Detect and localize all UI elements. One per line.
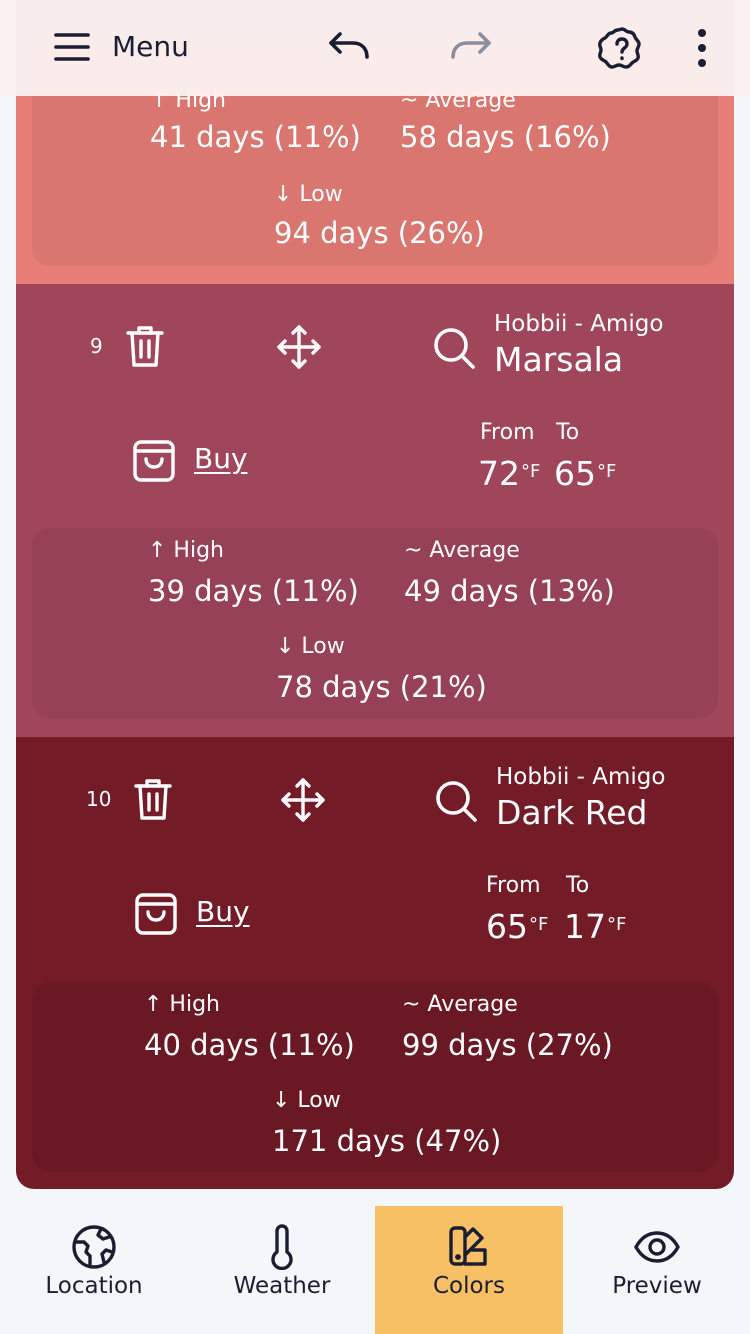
color-card-dark-red: 10 Hobbii - Amigo Dark Red Buy From To 6…	[16, 737, 734, 1189]
from-temperature: 72°F	[478, 454, 541, 493]
move-icon[interactable]	[280, 777, 326, 827]
to-temperature: 17°F	[564, 907, 627, 946]
low-value: 78 days (21%)	[276, 670, 487, 704]
color-index: 10	[86, 787, 112, 811]
from-label: From	[486, 873, 541, 898]
menu-label[interactable]: Menu	[112, 30, 189, 64]
shopping-bag-icon[interactable]	[134, 891, 178, 941]
more-options-icon[interactable]	[694, 28, 710, 72]
high-value: 39 days (11%)	[148, 574, 359, 608]
average-label: ~ Average	[404, 538, 520, 563]
bottom-navigation: Location Weather Colors Preview	[0, 1206, 750, 1334]
trash-icon[interactable]	[132, 777, 174, 827]
stats-panel: ↑ High 40 days (11%) ~ Average 99 days (…	[32, 982, 718, 1172]
low-label: ↓ Low	[272, 1088, 341, 1113]
low-label: ↓ Low	[276, 634, 345, 659]
buy-link[interactable]: Buy	[194, 442, 248, 476]
low-value: 94 days (26%)	[274, 216, 485, 250]
search-icon[interactable]	[432, 326, 476, 374]
nav-tab-colors[interactable]: Colors	[375, 1206, 563, 1334]
shopping-bag-icon[interactable]	[132, 438, 176, 488]
average-label: ~ Average	[402, 992, 518, 1017]
color-index: 9	[90, 334, 103, 358]
high-label: ↑ High	[148, 538, 224, 563]
globe-icon	[71, 1224, 117, 1274]
color-card-marsala: 9 Hobbii - Amigo Marsala Buy From To 72°…	[16, 284, 734, 737]
color-name: Marsala	[494, 340, 624, 379]
help-icon[interactable]	[598, 26, 646, 76]
thermometer-icon	[259, 1224, 305, 1274]
eye-icon	[634, 1224, 680, 1274]
to-label: To	[566, 873, 590, 898]
high-label: ↑ High	[144, 992, 220, 1017]
nav-label: Colors	[432, 1273, 506, 1299]
average-value: 49 days (13%)	[404, 574, 615, 608]
swatch-icon	[446, 1224, 492, 1274]
hamburger-menu-icon[interactable]	[54, 32, 90, 66]
low-label: ↓ Low	[274, 182, 343, 207]
to-label: To	[556, 420, 580, 445]
from-temperature: 65°F	[486, 907, 549, 946]
high-value: 41 days (11%)	[150, 120, 361, 154]
average-value: 99 days (27%)	[402, 1028, 613, 1062]
nav-label: Weather	[233, 1273, 331, 1299]
low-value: 171 days (47%)	[272, 1124, 502, 1158]
nav-label: Location	[45, 1273, 143, 1299]
nav-tab-location[interactable]: Location	[0, 1206, 188, 1334]
nav-label: Preview	[612, 1273, 702, 1299]
to-temperature: 65°F	[554, 454, 617, 493]
search-icon[interactable]	[434, 779, 478, 827]
buy-link[interactable]: Buy	[196, 895, 250, 929]
brand-name: Hobbii - Amigo	[496, 764, 666, 790]
redo-icon[interactable]	[448, 30, 492, 66]
app-header: Menu	[0, 0, 750, 96]
color-name: Dark Red	[496, 793, 648, 832]
from-label: From	[480, 420, 535, 445]
trash-icon[interactable]	[124, 324, 166, 374]
undo-icon[interactable]	[328, 30, 372, 66]
average-value: 58 days (16%)	[400, 120, 611, 154]
nav-tab-preview[interactable]: Preview	[563, 1206, 750, 1334]
brand-name: Hobbii - Amigo	[494, 311, 664, 337]
high-value: 40 days (11%)	[144, 1028, 355, 1062]
stats-panel: ↑ High 39 days (11%) ~ Average 49 days (…	[32, 528, 718, 718]
move-icon[interactable]	[276, 324, 322, 374]
nav-tab-weather[interactable]: Weather	[188, 1206, 376, 1334]
